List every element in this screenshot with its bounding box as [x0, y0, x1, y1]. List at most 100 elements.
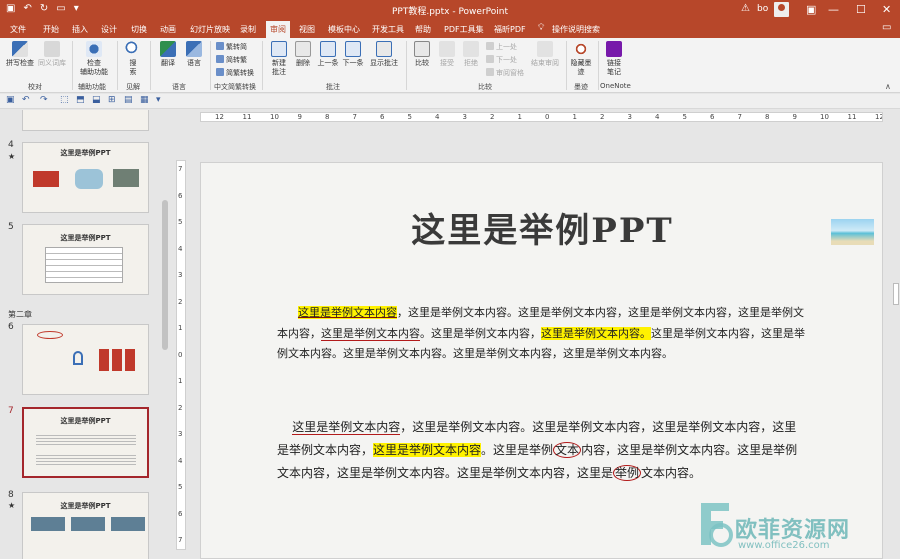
trad-to-simp-button[interactable]: 繁转简: [216, 42, 247, 52]
linked-notes-button[interactable]: 链接 笔记: [602, 41, 626, 77]
next-change-button[interactable]: 下一处: [486, 55, 517, 65]
toolbar-icon-5[interactable]: ▤: [124, 95, 133, 105]
language-button[interactable]: 语言: [181, 41, 207, 68]
tab-design[interactable]: 设计: [101, 24, 117, 35]
end-review-button[interactable]: 结束审阅: [528, 41, 562, 68]
ruler-number: 7: [352, 113, 357, 121]
paragraph-1[interactable]: 这里是举例文本内容，这里是举例文本内容。这里是举例文本内容，这里是举例文本内容，…: [277, 303, 807, 365]
secondary-toolbar: ▣ ↶ ↷ ⬚ ⬒ ⬓ ⊞ ▤ ▦ ▾: [0, 94, 900, 109]
accessibility-icon: [86, 41, 102, 57]
thumbnail-shape: [111, 517, 145, 531]
toolbar-icon-3[interactable]: ⬓: [92, 95, 101, 105]
tab-pdf-tools[interactable]: PDF工具集: [444, 24, 484, 35]
reject-change-button[interactable]: 拒绝: [460, 41, 482, 68]
toolbar-icon-6[interactable]: ▦: [140, 95, 149, 105]
collapse-ribbon-icon[interactable]: ∧: [885, 82, 891, 91]
check-accessibility-button[interactable]: 检查 辅助功能: [76, 41, 112, 77]
beach-image[interactable]: [831, 219, 874, 245]
tab-insert[interactable]: 插入: [72, 24, 88, 35]
tab-record[interactable]: 录制: [240, 24, 256, 35]
simp-to-trad-button[interactable]: 简转繁: [216, 55, 247, 65]
group-divider: [150, 41, 151, 90]
tab-view[interactable]: 视图: [299, 24, 315, 35]
thesaurus-icon: [44, 41, 60, 57]
ruler-number: 5: [178, 483, 183, 491]
ink-circled-text: 文本: [553, 442, 582, 458]
simp-to-trad-icon: [216, 55, 224, 63]
tab-home[interactable]: 开始: [43, 24, 59, 35]
thumbnail-scrollbar[interactable]: [162, 200, 168, 350]
ribbon: 拼写检查 同义词库 校对 检查 辅助功能 辅助功能 搜 索 见解 翻译 语言 语…: [0, 38, 900, 93]
slide-thumbnail-7-selected[interactable]: 这里是举例PPT: [22, 407, 149, 478]
reject-icon: [463, 41, 479, 57]
ribbon-display-options-icon[interactable]: ▣: [806, 3, 816, 16]
compare-button[interactable]: 比较: [410, 41, 434, 68]
vertical-scroll-thumb[interactable]: [893, 283, 899, 305]
customize-toolbar-icon[interactable]: ▾: [156, 95, 161, 105]
animation-star-icon: ★: [8, 501, 16, 510]
tab-animations[interactable]: 动画: [160, 24, 176, 35]
show-comments-icon: [376, 41, 392, 57]
user-name[interactable]: bo: [757, 4, 768, 14]
title-bar: ▣ ↶ ↻ ▭ ▾ PPT教程.pptx - PowerPoint ⚠ bo ▣…: [0, 0, 900, 20]
toolbar-icon-1[interactable]: ⬚: [60, 95, 69, 105]
tab-developer[interactable]: 开发工具: [372, 24, 404, 35]
tab-review[interactable]: 审阅: [266, 21, 290, 38]
slide-thumbnail-3[interactable]: [22, 110, 149, 131]
translate-button[interactable]: 翻译: [155, 41, 181, 68]
new-comment-button[interactable]: 新建 批注: [266, 41, 292, 77]
hide-ink-button[interactable]: 隐藏墨 迹: [568, 41, 594, 77]
end-review-icon: [537, 41, 553, 57]
delete-comment-button[interactable]: 删除: [292, 41, 314, 68]
comments-icon[interactable]: ▭: [882, 22, 891, 33]
tab-file[interactable]: 文件: [10, 24, 26, 35]
accept-change-button[interactable]: 接受: [436, 41, 458, 68]
maximize-button[interactable]: ☐: [856, 3, 866, 16]
paragraph-2[interactable]: 这里是举例文本内容，这里是举例文本内容。这里是举例文本内容，这里是举例文本内容，…: [277, 416, 807, 485]
slide-thumbnail-5[interactable]: 这里是举例PPT: [22, 224, 149, 295]
watermark-url: www.office26.com: [738, 540, 830, 551]
ink-underlined-text: 这里是举例文本内容: [292, 420, 401, 435]
tab-template-center[interactable]: 模板中心: [328, 24, 360, 35]
ruler-number: 3: [178, 430, 183, 438]
next-comment-button[interactable]: 下一条: [341, 41, 365, 68]
ruler-number: 3: [178, 271, 183, 279]
group-divider: [598, 41, 599, 90]
ruler-number: 12: [875, 113, 882, 121]
tell-me-search[interactable]: 操作说明搜索: [552, 24, 600, 35]
slide-thumbnail-4[interactable]: 这里是举例PPT: [22, 142, 149, 213]
slide-thumbnail-6[interactable]: [22, 324, 149, 395]
spelling-button[interactable]: 拼写检查: [4, 41, 36, 68]
slide-title[interactable]: 这里是举例PPT: [201, 203, 882, 252]
avatar[interactable]: [774, 2, 789, 17]
body-text: 文本内容。: [641, 466, 702, 480]
previous-comment-button[interactable]: 上一条: [316, 41, 340, 68]
section-header[interactable]: 第二章: [8, 309, 32, 320]
tab-slideshow[interactable]: 幻灯片放映: [190, 24, 230, 35]
redo-icon[interactable]: ↷: [40, 95, 48, 105]
undo-icon[interactable]: ↶: [22, 95, 30, 105]
save-icon[interactable]: ▣: [6, 95, 15, 105]
previous-change-button[interactable]: 上一处: [486, 42, 517, 52]
warning-icon[interactable]: ⚠: [741, 3, 750, 14]
slide-thumbnail-8[interactable]: 这里是举例PPT: [22, 492, 149, 559]
close-button[interactable]: ✕: [882, 3, 891, 16]
smart-lookup-button[interactable]: 搜 索: [122, 41, 144, 77]
thesaurus-button[interactable]: 同义词库: [36, 41, 68, 68]
tab-help[interactable]: 帮助: [415, 24, 431, 35]
chinese-convert-button[interactable]: 简繁转换: [216, 68, 254, 78]
toolbar-icon-2[interactable]: ⬒: [76, 95, 85, 105]
tab-foxit-pdf[interactable]: 福昕PDF: [494, 24, 526, 35]
minimize-button[interactable]: —: [828, 3, 839, 16]
group-divider: [566, 41, 567, 90]
reviewing-pane-button[interactable]: 审阅窗格: [486, 68, 524, 78]
toolbar-icon-4[interactable]: ⊞: [108, 95, 116, 105]
ruler-number: 4: [655, 113, 660, 121]
lightbulb-icon: 💡︎: [538, 23, 545, 33]
group-compare: 比较: [478, 83, 492, 91]
slide-canvas[interactable]: 这里是举例PPT 这里是举例文本内容，这里是举例文本内容。这里是举例文本内容，这…: [200, 162, 883, 559]
ruler-number: 1: [572, 113, 577, 121]
tab-transitions[interactable]: 切换: [131, 24, 147, 35]
ruler-number: 2: [600, 113, 605, 121]
show-comments-button[interactable]: 显示批注: [367, 41, 401, 68]
